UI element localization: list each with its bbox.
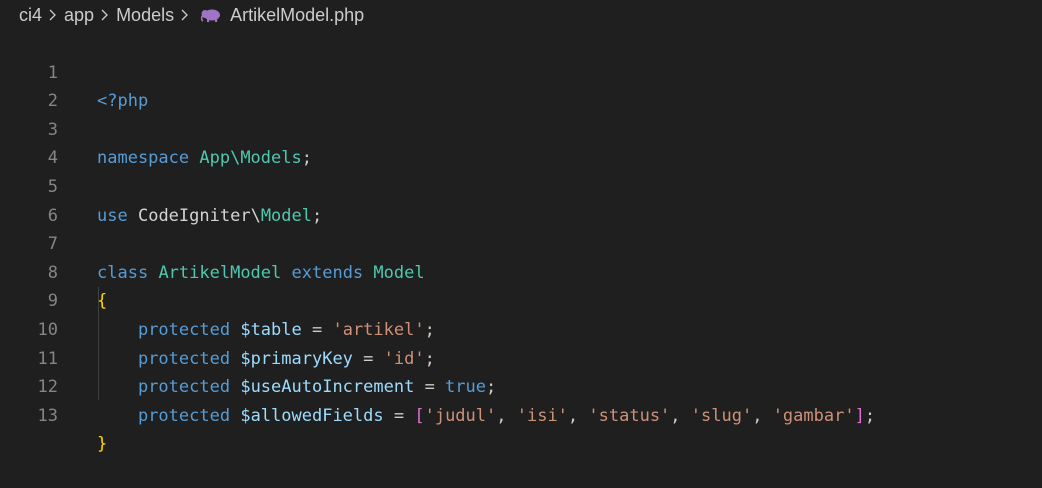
chevron-right-icon [98,7,112,23]
code-line-1[interactable]: 1 <?php [0,30,1042,112]
breadcrumb-item-ci4[interactable]: ci4 [19,5,42,26]
array-item: 'gambar' [772,405,855,426]
code-line-10[interactable]: 10 protected $primaryKey = 'id'; [0,287,1042,369]
assign-operator: = [383,405,415,426]
code-line-5[interactable]: 5 use CodeIgniter\Model; [0,144,1042,226]
code-line-4[interactable]: 4 [0,116,1042,168]
line-number: 13 [37,405,58,426]
comma: , [752,405,773,426]
array-item: 'judul' [424,405,497,426]
close-bracket: ] [854,405,865,426]
chevron-right-icon [46,7,60,23]
code-line-2[interactable]: 2 [0,59,1042,111]
code-line-9[interactable]: 9 protected $table = 'artikel'; [0,259,1042,340]
close-brace: } [97,434,108,455]
code-line-6[interactable]: 6 [0,173,1042,226]
code-line-3[interactable]: 3 namespace App\Models; [0,87,1042,169]
keyword-protected: protected [137,405,231,426]
array-item: 'status' [588,405,671,426]
property-allowed-fields: $allowedFields [240,405,384,426]
semicolon: ; [864,405,876,426]
code-line-7[interactable]: 7 class ArtikelModel extends Model [0,202,1042,283]
comma: , [670,405,691,426]
comma: , [567,405,589,426]
breadcrumb: ci4 app Models ArtikelModel.php [0,0,1042,30]
code-editor[interactable]: 1 <?php 2 3 namespace App\Models; 4 5 us… [0,30,1042,455]
array-item: 'slug' [690,405,753,426]
code-line-11[interactable]: 11 protected $useAutoIncrement = true; [0,316,1042,398]
php-elephant-icon [200,8,222,22]
breadcrumb-item-models[interactable]: Models [116,5,174,26]
code-line-12[interactable]: 12 protected $allowedFields = ['judul', … [0,345,1042,426]
code-line-13[interactable]: 13 } [0,373,1042,455]
open-bracket: [ [414,405,425,426]
breadcrumb-item-file[interactable]: ArtikelModel.php [230,5,364,26]
chevron-right-icon [178,7,192,23]
breadcrumb-item-app[interactable]: app [64,5,94,26]
array-item: 'isi' [516,405,568,426]
comma: , [496,405,517,426]
code-line-8[interactable]: 8 { [0,230,1042,312]
